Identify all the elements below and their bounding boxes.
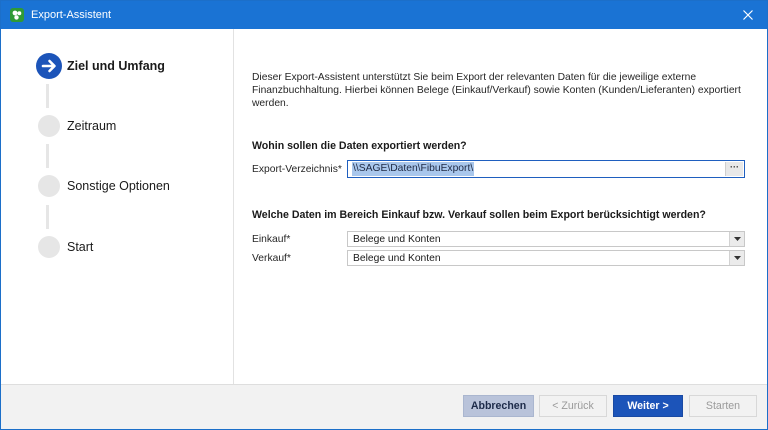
browse-button[interactable]: ··· [725,162,743,176]
step-ziel-und-umfang[interactable]: Ziel und Umfang [67,59,165,73]
cancel-button[interactable]: Abbrechen [463,395,534,417]
export-directory-value: \\SAGE\Daten\FibuExport\ [352,162,475,176]
close-icon [743,10,753,20]
verkauf-select[interactable]: Belege und Konten [347,250,745,266]
title-bar: Export-Assistent [1,1,767,29]
step-2-circle-icon [38,115,60,137]
intro-text: Dieser Export-Assistent unterstützt Sie … [252,72,741,109]
app-logo-icon [10,8,24,22]
step-3-circle-icon [38,175,60,197]
verkauf-selected-value: Belege und Konten [353,253,441,264]
einkauf-select[interactable]: Belege und Konten [347,231,745,247]
einkauf-selected-value: Belege und Konten [353,234,441,245]
step-connector [46,144,49,168]
step-zeitraum[interactable]: Zeitraum [67,119,116,133]
chevron-down-icon [729,251,744,265]
export-directory-label: Export-Verzeichnis* [252,164,342,175]
export-directory-input[interactable]: \\SAGE\Daten\FibuExport\ ··· [347,160,745,178]
start-button[interactable]: Starten [689,395,757,417]
window-title: Export-Assistent [31,9,112,21]
button-bar: Abbrechen < Zurück Weiter > Starten [1,384,767,429]
data-scope-heading: Welche Daten im Bereich Einkauf bzw. Ver… [252,209,706,221]
verkauf-label: Verkauf* [252,253,291,264]
chevron-down-icon [729,232,744,246]
step-start[interactable]: Start [67,240,93,254]
close-button[interactable] [729,1,767,29]
wizard-steps-panel: Ziel und Umfang Zeitraum Sonstige Option… [1,29,234,384]
step-sonstige-optionen[interactable]: Sonstige Optionen [67,179,170,193]
next-button[interactable]: Weiter > [613,395,683,417]
back-button[interactable]: < Zurück [539,395,607,417]
step-1-active-icon [36,53,62,79]
step-4-circle-icon [38,236,60,258]
export-target-heading: Wohin sollen die Daten exportiert werden… [252,140,467,152]
step-connector [46,84,49,108]
export-wizard-window: Export-Assistent Ziel und Umfang Zeitrau… [0,0,768,430]
step-connector [46,205,49,229]
einkauf-label: Einkauf* [252,234,291,245]
